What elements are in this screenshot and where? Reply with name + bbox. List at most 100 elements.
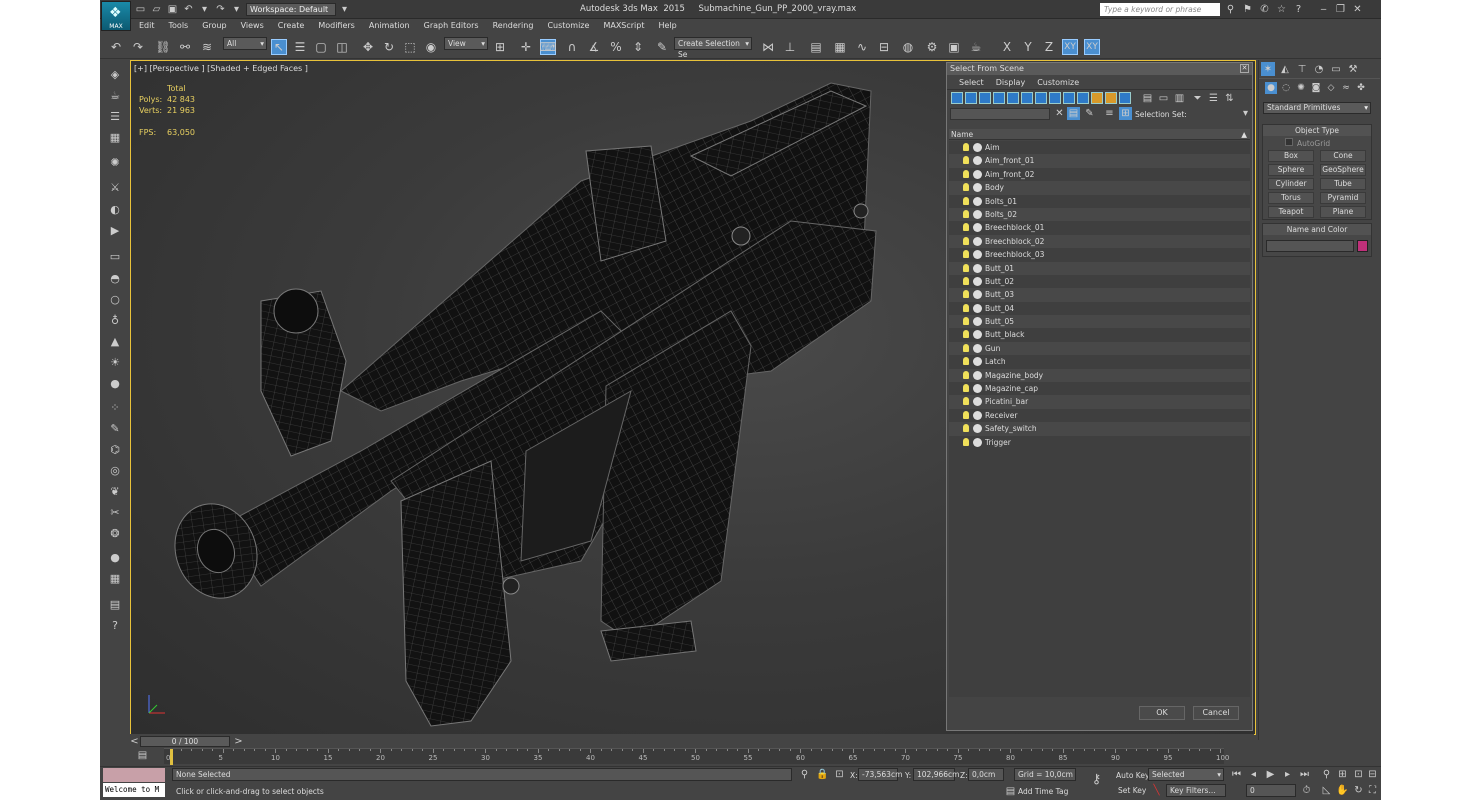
layer-explorer-icon[interactable]: ▦: [832, 39, 848, 55]
pan-icon[interactable]: ✋: [1336, 784, 1349, 797]
systems-category-icon[interactable]: ✤: [1355, 82, 1367, 94]
hierarchy-tab-icon[interactable]: ⊤: [1295, 62, 1309, 76]
filter-xrefs-icon[interactable]: [1049, 92, 1061, 104]
object-type-header[interactable]: Object Type: [1263, 125, 1371, 136]
scene-list-item[interactable]: Aim: [949, 141, 1250, 154]
track-bar[interactable]: 0 5 10 15 20 25 30 35 40 45 50 55 60 65 70 75 80 85 90 95 10…: [164, 748, 1229, 765]
filter-options-icon[interactable]: ☰: [1207, 92, 1220, 105]
menu-graph-editors[interactable]: Graph Editors: [417, 19, 486, 32]
visibility-icon[interactable]: [973, 169, 982, 179]
bones-icon[interactable]: ⚔: [107, 179, 123, 195]
autogrid-checkbox[interactable]: [1285, 138, 1293, 146]
box-button[interactable]: Box: [1268, 150, 1314, 162]
light-bulb-icon[interactable]: [963, 143, 969, 151]
isolate-selection-icon[interactable]: ⚲: [798, 768, 811, 781]
previous-frame-icon[interactable]: ◂: [1247, 768, 1260, 781]
current-frame-marker[interactable]: [170, 749, 173, 765]
light-bulb-icon[interactable]: [963, 196, 969, 205]
layers-toggle-icon[interactable]: ≡: [1103, 107, 1116, 120]
sun-icon[interactable]: ☀: [107, 354, 123, 370]
filter-shapes-icon[interactable]: [965, 92, 977, 104]
schematic-view-icon[interactable]: ⊟: [876, 39, 892, 55]
unlink-icon[interactable]: ⚯: [177, 39, 193, 55]
axis-xy-cycle-button[interactable]: XY: [1084, 39, 1100, 55]
display-tab-icon[interactable]: ▭: [1329, 62, 1343, 76]
zoom-extents-all-icon[interactable]: ⊟: [1366, 768, 1379, 781]
redo-toolbar-icon[interactable]: ↷: [130, 39, 146, 55]
scene-list-item[interactable]: Receiver: [949, 409, 1250, 422]
dialog-menu-display[interactable]: Display: [990, 75, 1032, 89]
light-bulb-icon[interactable]: [963, 290, 969, 299]
orbit-icon[interactable]: ↻: [1352, 784, 1365, 797]
filter-funnel-icon[interactable]: ⏷: [1191, 92, 1204, 105]
spacewarps-category-icon[interactable]: ≈: [1340, 82, 1352, 94]
camera-icon[interactable]: ◐: [107, 201, 123, 217]
visibility-icon[interactable]: [973, 343, 982, 353]
scene-list-item[interactable]: Butt_05: [949, 315, 1250, 329]
subscription-icon[interactable]: ⚑: [1241, 3, 1254, 16]
name-and-color-header[interactable]: Name and Color: [1263, 224, 1371, 235]
light-bulb-icon[interactable]: [963, 263, 969, 272]
scene-list-item[interactable]: Magazine_body: [949, 368, 1250, 383]
scene-list-item[interactable]: Bolts_02: [949, 207, 1250, 222]
axis-y-button[interactable]: Y: [1020, 39, 1036, 55]
lights-category-icon[interactable]: ✺: [1295, 82, 1307, 94]
workspace-menu-icon[interactable]: ▾: [338, 3, 351, 16]
geosphere-button[interactable]: GeoSphere: [1320, 164, 1366, 176]
cylinder-button[interactable]: Cylinder: [1268, 178, 1314, 190]
light-bulb-icon[interactable]: [963, 303, 969, 312]
display-none-icon[interactable]: ▭: [1157, 92, 1170, 105]
light-bulb-icon[interactable]: [963, 236, 969, 245]
maxscript-listener-input[interactable]: Welcome to M: [103, 783, 165, 797]
shapes-category-icon[interactable]: ◌: [1280, 82, 1292, 94]
scene-list-item[interactable]: Latch: [949, 355, 1250, 368]
go-to-start-icon[interactable]: ⏮: [1230, 768, 1243, 781]
sort-icon[interactable]: ⇅: [1223, 92, 1236, 105]
sort-ascending-icon[interactable]: ▲: [1241, 129, 1247, 140]
light-bulb-icon[interactable]: [963, 343, 969, 352]
key-filters-button[interactable]: Key Filters...: [1166, 784, 1226, 797]
scene-list-item[interactable]: Butt_black: [949, 328, 1250, 341]
filter-spacewarps-icon[interactable]: [1021, 92, 1033, 104]
cameras-category-icon[interactable]: ◙: [1310, 82, 1322, 94]
ok-button[interactable]: OK: [1139, 706, 1185, 720]
scene-explorer-icon[interactable]: ▤: [808, 39, 824, 55]
hierarchy-toggle-icon[interactable]: ⊞: [1119, 107, 1132, 120]
filter-frozen-icon[interactable]: [1091, 92, 1103, 104]
visibility-icon[interactable]: [973, 317, 982, 327]
filter-bones-icon[interactable]: [1063, 92, 1075, 104]
percent-snap-icon[interactable]: %: [608, 39, 624, 55]
menu-maxscript[interactable]: MAXScript: [596, 19, 651, 32]
scene-explorer-panel-icon[interactable]: ◈: [107, 66, 123, 82]
undo-toolbar-icon[interactable]: ↶: [108, 39, 124, 55]
select-manipulate-icon[interactable]: ✛: [518, 39, 534, 55]
paint-icon[interactable]: ✎: [107, 420, 123, 436]
scene-list-item[interactable]: Butt_02: [949, 275, 1250, 288]
light-bulb-icon[interactable]: [963, 250, 969, 259]
warp-icon[interactable]: ⌬: [107, 441, 123, 457]
light-bulb-icon[interactable]: [963, 424, 969, 433]
selection-lock-icon[interactable]: 🔒: [816, 768, 829, 781]
light-bulb-icon[interactable]: [963, 437, 969, 446]
light-bulb-icon[interactable]: [963, 169, 969, 178]
visibility-icon[interactable]: [973, 303, 982, 313]
motion-tab-icon[interactable]: ◔: [1312, 62, 1326, 76]
visibility-icon[interactable]: [973, 223, 982, 233]
undo-list-icon[interactable]: ▾: [198, 3, 211, 16]
light-bulb-icon[interactable]: [963, 317, 969, 326]
communication-icon[interactable]: ✆: [1258, 3, 1271, 16]
primitive-type-dropdown[interactable]: Standard Primitives: [1263, 102, 1371, 114]
edit-named-selection-icon[interactable]: ✎: [654, 39, 670, 55]
filter-geometry-icon[interactable]: [951, 92, 963, 104]
track-bar-toggle-icon[interactable]: ▤: [136, 749, 149, 762]
sphere-icon[interactable]: ○: [107, 291, 123, 307]
scene-list-item[interactable]: Safety_switch: [949, 422, 1250, 436]
scene-list-item[interactable]: Trigger: [949, 436, 1250, 449]
geometry-category-icon[interactable]: ●: [1265, 82, 1277, 94]
binoculars-icon[interactable]: ⚲: [1224, 3, 1237, 16]
zoom-extents-icon[interactable]: ⊡: [1352, 768, 1365, 781]
light-bulb-icon[interactable]: [963, 223, 969, 232]
select-by-name-icon[interactable]: ☰: [292, 39, 308, 55]
time-tag-icon[interactable]: ▤: [1004, 785, 1017, 798]
play-icon[interactable]: ▶: [1264, 768, 1277, 781]
